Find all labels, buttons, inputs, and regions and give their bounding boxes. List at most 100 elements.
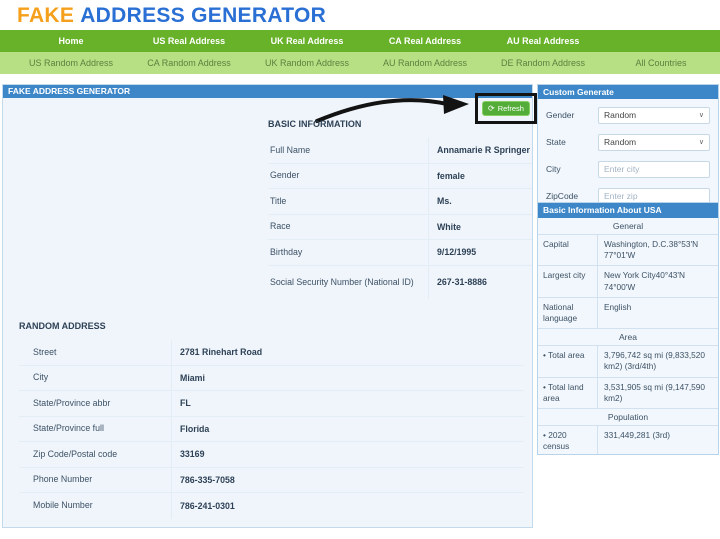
table-row: Zip Code/Postal code 33169 xyxy=(19,442,524,468)
secondary-nav: US Random Address CA Random Address UK R… xyxy=(0,52,720,74)
field-value: 9/12/1995 xyxy=(428,240,532,265)
state-select[interactable]: Random ∨ xyxy=(598,134,710,151)
table-row: City Miami xyxy=(19,366,524,392)
city-field-row: City xyxy=(546,160,710,178)
field-value: FL xyxy=(171,391,524,416)
field-label: Social Security Number (National ID) xyxy=(268,277,428,288)
usa-value: 331,449,281 (3rd) xyxy=(598,426,718,455)
field-label: Phone Number xyxy=(19,474,171,485)
nav-au-real-address[interactable]: AU Real Address xyxy=(484,30,602,52)
usa-info-panel: Basic Information About USA General Capi… xyxy=(537,202,719,455)
table-row: Street 2781 Rinehart Road xyxy=(19,340,524,366)
usa-label: National language xyxy=(538,298,598,328)
random-address-section: RANDOM ADDRESS Street 2781 Rinehart Road… xyxy=(19,321,524,519)
usa-label: Largest city xyxy=(538,266,598,296)
city-label: City xyxy=(546,164,598,174)
nav-ca-real-address[interactable]: CA Real Address xyxy=(366,30,484,52)
table-row: Largest city New York City40°43'N 74°00'… xyxy=(538,266,718,297)
table-row: State/Province full Florida xyxy=(19,417,524,443)
field-value: female xyxy=(428,164,532,189)
usa-value: 3,531,905 sq mi (9,147,590 km2) xyxy=(598,378,718,408)
refresh-button[interactable]: ⟳ Refresh xyxy=(482,101,530,116)
usa-value: Washington, D.C.38°53'N 77°01'W xyxy=(598,235,718,265)
nav-uk-real-address[interactable]: UK Real Address xyxy=(248,30,366,52)
field-label: Street xyxy=(19,347,171,358)
nav-au-random-address[interactable]: AU Random Address xyxy=(366,52,484,74)
site-title-fake: FAKE xyxy=(17,4,74,27)
field-value: 33169 xyxy=(171,442,524,467)
usa-label: Capital xyxy=(538,235,598,265)
table-row: • Total land area 3,531,905 sq mi (9,147… xyxy=(538,378,718,409)
nav-uk-random-address[interactable]: UK Random Address xyxy=(248,52,366,74)
gender-field-row: Gender Random ∨ xyxy=(546,106,710,124)
usa-info-header: Basic Information About USA xyxy=(538,203,718,218)
site-title: FAKE ADDRESS GENERATOR xyxy=(17,4,326,28)
usa-value: 3,796,742 sq mi (9,833,520 km2) (3rd/4th… xyxy=(598,346,718,376)
usa-label: • 2020 census xyxy=(538,426,598,455)
field-value: White xyxy=(428,215,532,240)
table-row: Capital Washington, D.C.38°53'N 77°01'W xyxy=(538,235,718,266)
section-title: General xyxy=(613,221,643,231)
table-row: State/Province abbr FL xyxy=(19,391,524,417)
table-row: • 2020 census 331,449,281 (3rd) xyxy=(538,426,718,455)
field-label: State/Province full xyxy=(19,423,171,434)
table-row: Birthday 9/12/1995 xyxy=(268,240,532,266)
table-row: Phone Number 786-335-7058 xyxy=(19,468,524,494)
random-address-heading: RANDOM ADDRESS xyxy=(19,321,524,331)
field-label: Title xyxy=(268,196,428,207)
field-value: Ms. xyxy=(428,189,532,214)
field-value: Miami xyxy=(171,366,524,391)
usa-value: New York City40°43'N 74°00'W xyxy=(598,266,718,296)
table-row: Mobile Number 786-241-0301 xyxy=(19,493,524,519)
field-value: 786-241-0301 xyxy=(171,493,524,519)
basic-information-heading: BASIC INFORMATION xyxy=(268,119,532,129)
gender-select[interactable]: Random ∨ xyxy=(598,107,710,124)
city-input[interactable] xyxy=(598,161,710,178)
refresh-button-label: Refresh xyxy=(498,104,524,113)
state-label: State xyxy=(546,137,598,147)
usa-label: • Total land area xyxy=(538,378,598,408)
field-value: 786-335-7058 xyxy=(171,468,524,493)
nav-ca-random-address[interactable]: CA Random Address xyxy=(130,52,248,74)
usa-label: • Total area xyxy=(538,346,598,376)
section-title: Area xyxy=(619,332,637,342)
gender-select-value: Random xyxy=(604,110,636,120)
field-label: Zip Code/Postal code xyxy=(19,449,171,460)
field-label: State/Province abbr xyxy=(19,398,171,409)
section-title: Population xyxy=(608,412,648,422)
refresh-icon: ⟳ xyxy=(488,105,495,113)
field-label: Mobile Number xyxy=(19,500,171,511)
field-label: City xyxy=(19,372,171,383)
field-value: 2781 Rinehart Road xyxy=(171,340,524,365)
field-value: Annamarie R Springer xyxy=(428,138,532,163)
nav-de-random-address[interactable]: DE Random Address xyxy=(484,52,602,74)
usa-section-population: Population xyxy=(538,409,718,426)
generator-panel: FAKE ADDRESS GENERATOR ⟳ Refresh BASIC I… xyxy=(2,84,533,528)
nav-us-random-address[interactable]: US Random Address xyxy=(12,52,130,74)
custom-generate-header: Custom Generate xyxy=(538,85,718,99)
usa-value: English xyxy=(598,298,718,328)
zipcode-label: ZipCode xyxy=(546,191,598,201)
nav-all-countries[interactable]: All Countries xyxy=(602,52,720,74)
table-row: Social Security Number (National ID) 267… xyxy=(268,266,532,299)
chevron-down-icon: ∨ xyxy=(699,111,704,119)
state-field-row: State Random ∨ xyxy=(546,133,710,151)
gender-label: Gender xyxy=(546,110,598,120)
table-row: Gender female xyxy=(268,164,532,190)
table-row: National language English xyxy=(538,298,718,329)
nav-us-real-address[interactable]: US Real Address xyxy=(130,30,248,52)
nav-home[interactable]: Home xyxy=(12,30,130,52)
field-value: Florida xyxy=(171,417,524,442)
basic-information-section: BASIC INFORMATION Full Name Annamarie R … xyxy=(268,119,532,299)
table-row: • Total area 3,796,742 sq mi (9,833,520 … xyxy=(538,346,718,377)
field-label: Race xyxy=(268,221,428,232)
field-value: 267-31-8886 xyxy=(428,266,532,299)
chevron-down-icon: ∨ xyxy=(699,138,704,146)
table-row: Full Name Annamarie R Springer xyxy=(268,138,532,164)
table-row: Race White xyxy=(268,215,532,241)
site-title-rest: ADDRESS GENERATOR xyxy=(80,4,326,27)
field-label: Birthday xyxy=(268,247,428,258)
field-label: Gender xyxy=(268,170,428,181)
field-label: Full Name xyxy=(268,145,428,156)
state-select-value: Random xyxy=(604,137,636,147)
